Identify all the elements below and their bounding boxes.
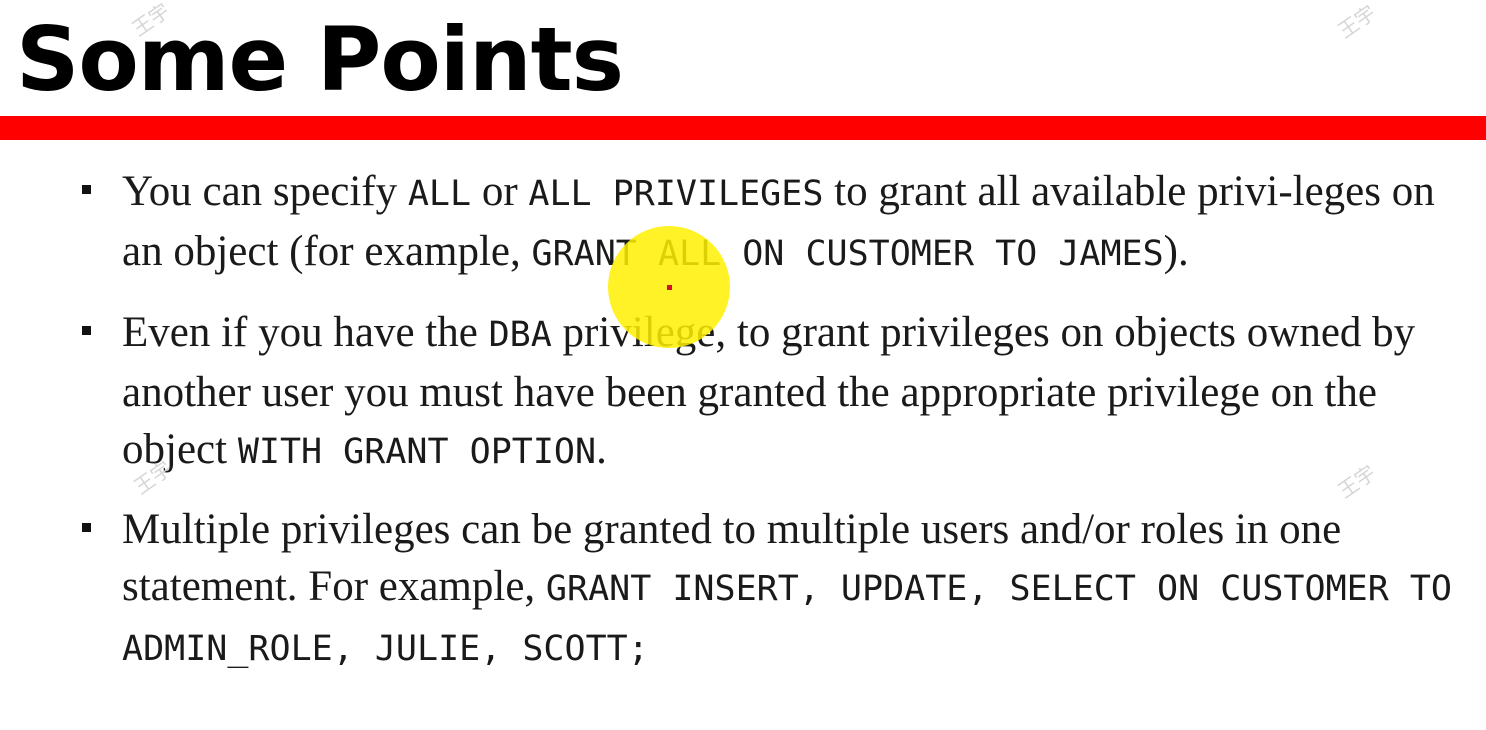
slide-title: Some Points (16, 8, 624, 111)
bullet-marker-icon (82, 326, 91, 335)
bullet-text: Multiple privileges can be granted to mu… (122, 506, 1453, 669)
title-divider (0, 116, 1486, 140)
bullet-marker-icon (82, 185, 91, 194)
watermark: 王宇 (1333, 0, 1381, 44)
bullet-item-multiple-privileges: Multiple privileges can be granted to mu… (82, 501, 1453, 678)
pointer-dot-icon (667, 285, 672, 290)
bullet-text: You can specify ALL or ALL PRIVILEGES to… (122, 168, 1435, 275)
bullet-marker-icon (82, 523, 91, 532)
bullet-text: Even if you have the DBA privilege, to g… (122, 309, 1416, 473)
bullet-item-all-privileges: You can specify ALL or ALL PRIVILEGES to… (82, 163, 1452, 283)
bullet-item-dba-privilege: Even if you have the DBA privilege, to g… (82, 304, 1452, 481)
